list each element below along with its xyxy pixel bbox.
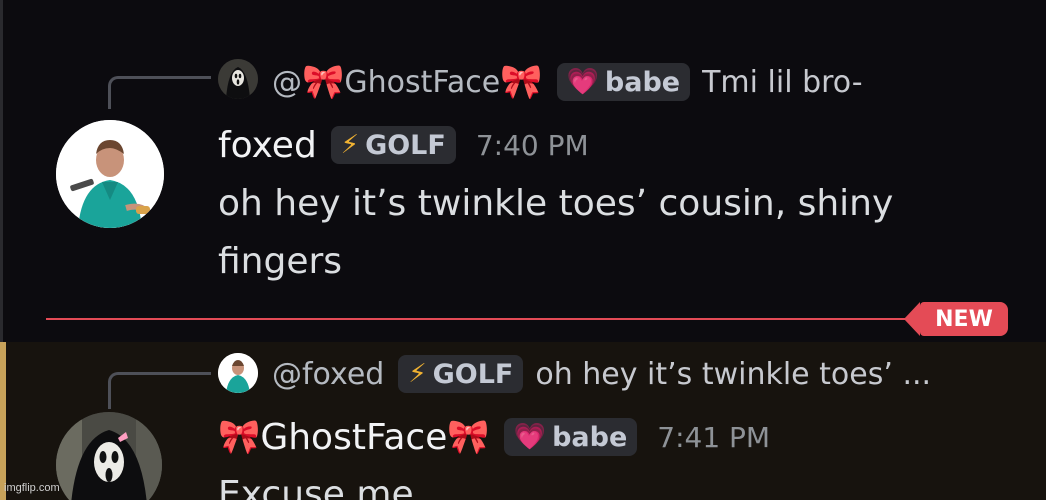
- message-body: Excuse me: [218, 466, 414, 500]
- reply-mention-prefix[interactable]: @: [272, 65, 302, 100]
- reply-preview[interactable]: @ 🎀 GhostFace 🎀 💗 babe Tmi lil bro-: [272, 60, 863, 104]
- message-timestamp[interactable]: 7:41 PM: [657, 421, 770, 454]
- heart-icon: 💗: [566, 67, 599, 97]
- role-tag-label: babe: [604, 66, 681, 98]
- heart-icon: 💗: [513, 422, 547, 452]
- lightning-icon: ⚡: [408, 359, 427, 389]
- reply-mention-name[interactable]: GhostFace: [344, 65, 500, 100]
- bow-icon: 🎀: [500, 62, 543, 102]
- watermark: imgflip.com: [4, 482, 60, 494]
- message-line: oh hey it’s twinkle toes’ cousin, shiny: [218, 183, 894, 224]
- reply-connector: [108, 76, 211, 109]
- reply-mention[interactable]: @foxed: [272, 357, 384, 392]
- chat-window: @ 🎀 GhostFace 🎀 💗 babe Tmi lil bro- foxe…: [0, 0, 1046, 500]
- role-tag-golf[interactable]: ⚡ GOLF: [330, 126, 456, 164]
- reply-preview[interactable]: @foxed ⚡ GOLF oh hey it’s twinkle toes’ …: [272, 352, 931, 396]
- role-tag-label: GOLF: [432, 358, 514, 390]
- message-line: fingers: [218, 241, 343, 282]
- author-username[interactable]: foxed: [218, 125, 317, 166]
- reply-connector: [108, 372, 211, 409]
- role-tag-label: babe: [552, 421, 628, 453]
- role-tag-babe[interactable]: 💗 babe: [503, 418, 638, 456]
- foxed-avatar[interactable]: [56, 120, 164, 228]
- new-badge: NEW: [904, 302, 1008, 336]
- message-header: 🎀 GhostFace 🎀 💗 babe 7:41 PM: [218, 413, 770, 461]
- highlight-accent-bar: [0, 342, 6, 500]
- lightning-icon: ⚡: [340, 130, 360, 160]
- bow-icon: 🎀: [302, 62, 345, 102]
- left-edge: [0, 0, 3, 342]
- role-tag-golf[interactable]: ⚡ GOLF: [398, 355, 524, 393]
- author-username[interactable]: GhostFace: [260, 417, 447, 458]
- message-header: foxed ⚡ GOLF 7:40 PM: [218, 122, 589, 168]
- message-body: oh hey it’s twinkle toes’ cousin, shiny …: [218, 175, 893, 291]
- reply-preview-text[interactable]: oh hey it’s twinkle toes’ ...: [535, 357, 931, 392]
- bow-icon: 🎀: [218, 417, 261, 457]
- message-line: Excuse me: [218, 474, 414, 500]
- foxed-mini-avatar[interactable]: [218, 353, 258, 393]
- role-tag-label: GOLF: [365, 129, 446, 161]
- reply-preview-text[interactable]: Tmi lil bro-: [702, 65, 862, 100]
- message-timestamp[interactable]: 7:40 PM: [476, 129, 589, 162]
- role-tag-babe[interactable]: 💗 babe: [556, 63, 691, 101]
- bow-icon: 🎀: [447, 417, 490, 457]
- new-messages-divider: [46, 318, 926, 320]
- ghostface-mini-avatar[interactable]: [218, 59, 258, 99]
